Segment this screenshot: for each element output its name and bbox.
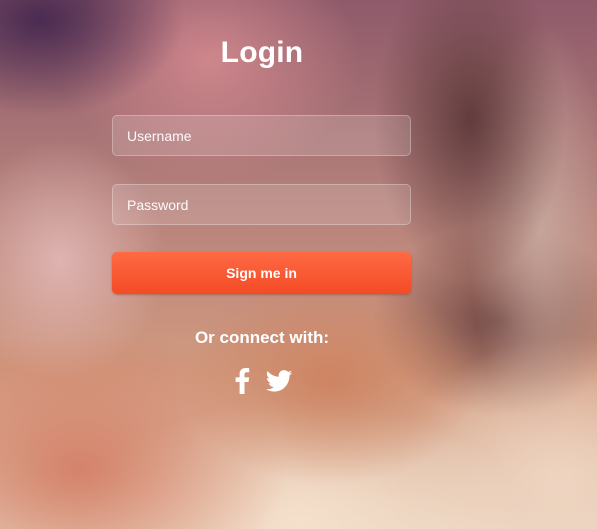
twitter-icon[interactable] [265, 370, 293, 392]
password-input[interactable] [112, 184, 411, 225]
username-input[interactable] [112, 115, 411, 156]
connect-with-label: Or connect with: [194, 328, 330, 347]
facebook-icon[interactable] [234, 367, 250, 394]
social-links [228, 367, 298, 395]
login-form: Login Sign me in Or connect with: [0, 0, 597, 529]
sign-in-button[interactable]: Sign me in [112, 252, 411, 294]
page-title: Login [220, 36, 304, 69]
